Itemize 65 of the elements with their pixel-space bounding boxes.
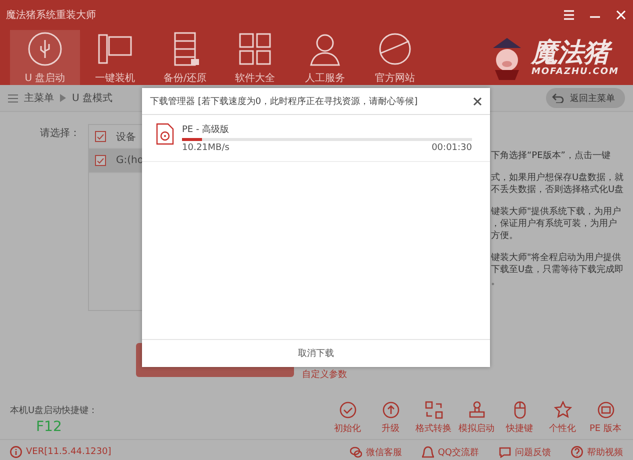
status-link[interactable]: 帮助视频: [571, 446, 623, 458]
disc-icon: [596, 401, 614, 419]
nav-tab[interactable]: 软件大全: [220, 30, 290, 85]
list-icon: [8, 94, 18, 102]
breadcrumb-item[interactable]: U 盘模式: [72, 91, 112, 105]
file-name: PE - 高级版: [182, 124, 230, 136]
status-link[interactable]: QQ交流群: [422, 446, 479, 458]
description-text: 下载至U盘，只需等待下载完成即: [491, 264, 625, 276]
menu-icon[interactable]: [563, 9, 575, 21]
time-remaining: 00:01:30: [432, 143, 472, 153]
logo-domain: MOFAZHU.COM: [531, 66, 619, 76]
help-icon: [571, 446, 583, 458]
description-text: 。: [491, 276, 501, 288]
nav-tab[interactable]: 官方网站: [360, 30, 430, 85]
select-label: 请选择：: [40, 128, 80, 139]
breadcrumb-item[interactable]: 主菜单: [24, 91, 54, 105]
tool-button[interactable]: 格式转换: [414, 401, 453, 435]
check-icon: [97, 134, 104, 140]
description-text: 式，如果用户想保存U盘数据，就: [491, 172, 625, 184]
check-icon: [338, 401, 356, 419]
description-text: 下角选择“PE版本”，点击一键: [491, 150, 612, 162]
grid-icon: [237, 30, 273, 66]
nav-tab[interactable]: 一键装机: [80, 30, 150, 85]
tool-button[interactable]: PE 版本: [586, 401, 625, 435]
shortcut-label: 本机U盘启动快捷键：: [10, 404, 98, 417]
convert-icon: [424, 401, 442, 419]
info-icon: [10, 446, 22, 458]
usb-icon: [27, 30, 63, 66]
logo-text: 魔法猪: [531, 38, 619, 66]
tool-button[interactable]: 个性化: [543, 401, 582, 435]
description-text: 不丢失数据，否则选择格式化U盘: [491, 184, 625, 196]
nav-tab[interactable]: U 盘启动: [10, 30, 80, 85]
upload-icon: [382, 401, 400, 419]
window-title: 魔法猪系统重装大师: [6, 8, 97, 22]
star-icon: [554, 401, 572, 419]
custom-params-link[interactable]: 自定义参数: [302, 368, 347, 381]
checkbox[interactable]: [95, 155, 106, 166]
tool-button[interactable]: 升级: [371, 401, 410, 435]
description-text: 方便。: [491, 230, 519, 242]
tool-button[interactable]: 初始化: [328, 401, 367, 435]
description-text: 键装大师"将全程启动为用户提供: [491, 252, 622, 264]
chat-bubble-icon: [499, 446, 511, 458]
column-header: 设备: [116, 130, 136, 144]
status-link[interactable]: 微信客服: [350, 446, 402, 458]
status-link[interactable]: 问题反馈: [499, 446, 551, 458]
caret-icon: [60, 94, 66, 102]
shortcut-key: F12: [10, 419, 98, 435]
cancel-button[interactable]: 取消下载: [142, 339, 490, 367]
dialog-title: 下载管理器 [若下载速度为0，此时程序正在寻找资源，请耐心等候]: [150, 96, 419, 108]
description-text: ，保证用户有系统可装，为用户: [491, 218, 618, 230]
return-arrow-icon: [552, 93, 564, 103]
close-icon[interactable]: [473, 96, 482, 106]
stamp-icon: [468, 401, 486, 419]
tool-button[interactable]: 模拟启动: [457, 401, 496, 435]
checkbox[interactable]: [95, 131, 106, 142]
globe-icon: [377, 30, 413, 66]
description-text: 键装大师"提供系统下载，为用户: [491, 206, 622, 218]
tool-button[interactable]: 快捷键: [500, 401, 539, 435]
download-speed: 10.21MB/s: [182, 143, 230, 153]
check-icon: [97, 158, 104, 164]
nav-tab[interactable]: 人工服务: [290, 30, 360, 85]
back-button[interactable]: 返回主菜单: [546, 88, 625, 108]
nav-tab[interactable]: 备份/还原: [150, 30, 220, 85]
chat-icon: [350, 446, 362, 458]
version-text: VER[11.5.44.1230]: [26, 447, 112, 457]
